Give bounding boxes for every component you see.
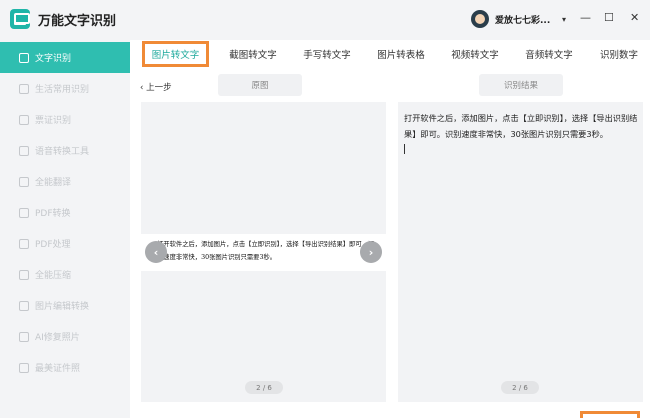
sidebar-item-text-recognition[interactable]: 文字识别 <box>0 42 130 73</box>
id-photo-icon <box>19 362 29 373</box>
sidebar-item-label: 语音转换工具 <box>35 147 90 157</box>
original-image-label: 原图 <box>218 74 302 96</box>
next-image-button[interactable]: › <box>360 241 382 263</box>
sidebar-item-label: 最美证件照 <box>35 364 81 374</box>
sidebar-item-label: AI修复照片 <box>35 333 80 343</box>
tab-video-to-text[interactable]: 视频转文字 <box>444 40 506 68</box>
text-cursor <box>404 144 405 154</box>
app-logo-icon <box>10 9 30 29</box>
sidebar-nav: 文字识别 生活常用识别 票证识别 语音转换工具 全能翻译 PDF转换 PDF处理… <box>0 42 130 383</box>
sidebar-item-image-edit[interactable]: 图片编辑转换 <box>0 290 130 321</box>
back-button[interactable]: ‹ 上一步 <box>140 81 172 93</box>
sidebar-item-pdf-convert[interactable]: PDF转换 <box>0 197 130 228</box>
tab-audio-to-text[interactable]: 音频转文字 <box>518 40 580 68</box>
tab-image-to-table[interactable]: 图片转表格 <box>370 40 432 68</box>
pdf-process-icon <box>19 238 29 249</box>
life-scan-icon <box>19 83 29 94</box>
sidebar-item-label: 全能翻译 <box>35 178 72 188</box>
result-panel: 打开软件之后，添加图片，点击【立即识别】，选择【导出识别结果】即可。识别速度非常… <box>398 102 643 402</box>
pdf-convert-icon <box>19 207 29 218</box>
voice-icon <box>19 145 29 156</box>
prev-image-button[interactable]: ‹ <box>145 241 167 263</box>
active-tab-highlight <box>142 41 209 67</box>
result-text-area[interactable]: 打开软件之后，添加图片，点击【立即识别】，选择【导出识别结果】即可。识别速度非常… <box>404 110 639 142</box>
sidebar-item-label: 票证识别 <box>35 116 72 126</box>
translate-icon <box>19 176 29 187</box>
tab-handwriting-to-text[interactable]: 手写转文字 <box>296 40 358 68</box>
ticket-scan-icon <box>19 114 29 125</box>
image-edit-icon <box>19 300 29 311</box>
sidebar-item-ai-repair[interactable]: AI修复照片 <box>0 321 130 352</box>
maximize-button[interactable]: ☐ <box>604 12 614 24</box>
sidebar-item-translate[interactable]: 全能翻译 <box>0 166 130 197</box>
sidebar-item-label: PDF处理 <box>35 240 71 250</box>
sidebar-item-compress[interactable]: 全能压缩 <box>0 259 130 290</box>
text-scan-icon <box>19 52 29 63</box>
chevron-down-icon[interactable]: ▾ <box>562 15 566 24</box>
result-page-indicator: 2 / 6 <box>501 381 539 394</box>
sidebar-item-pdf-process[interactable]: PDF处理 <box>0 228 130 259</box>
sidebar-item-label: 文字识别 <box>35 54 72 64</box>
sidebar-item-id-photo[interactable]: 最美证件照 <box>0 352 130 383</box>
ai-repair-icon <box>19 331 29 342</box>
original-image-panel: 打开软件之后，添加图片，点击【立即识别】，选择【导出识别结果】即可，识别速度非常… <box>141 102 386 402</box>
sidebar-item-label: 生活常用识别 <box>35 85 90 95</box>
sidebar-item-label: PDF转换 <box>35 209 71 219</box>
result-label: 识别结果 <box>479 74 563 96</box>
avatar[interactable] <box>471 10 489 28</box>
title-bar: 爱放七七彩... ▾ — ☐ ✕ <box>130 0 650 38</box>
original-image-text: 打开软件之后，添加图片，点击【立即识别】，选择【导出识别结果】即可，识别速度非常… <box>157 241 375 261</box>
back-label: 上一步 <box>146 83 172 93</box>
sidebar-item-label: 全能压缩 <box>35 271 72 281</box>
tab-bar: 图片转文字 截图转文字 手写转文字 图片转表格 视频转文字 音频转文字 识别数字 <box>130 40 650 68</box>
original-page-indicator: 2 / 6 <box>245 381 283 394</box>
close-button[interactable]: ✕ <box>630 12 639 24</box>
sidebar-item-label: 图片编辑转换 <box>35 302 90 312</box>
sidebar-item-ticket-recognition[interactable]: 票证识别 <box>0 104 130 135</box>
sidebar-item-voice-tools[interactable]: 语音转换工具 <box>0 135 130 166</box>
main-content: ‹ 上一步 原图 识别结果 打开软件之后，添加图片，点击【立即识别】，选择【导出… <box>130 68 650 418</box>
tab-recognize-numbers[interactable]: 识别数字 <box>592 40 646 68</box>
compress-icon <box>19 269 29 280</box>
app-window: 万能文字识别 文字识别 生活常用识别 票证识别 语音转换工具 全能翻译 PDF转… <box>0 0 650 418</box>
sidebar: 万能文字识别 文字识别 生活常用识别 票证识别 语音转换工具 全能翻译 PDF转… <box>0 0 130 418</box>
bottom-action-highlight <box>580 411 640 418</box>
tab-screenshot-to-text[interactable]: 截图转文字 <box>222 40 284 68</box>
minimize-button[interactable]: — <box>580 12 591 24</box>
sidebar-item-life-recognition[interactable]: 生活常用识别 <box>0 73 130 104</box>
app-title: 万能文字识别 <box>38 14 117 29</box>
username[interactable]: 爱放七七彩... <box>495 13 550 26</box>
